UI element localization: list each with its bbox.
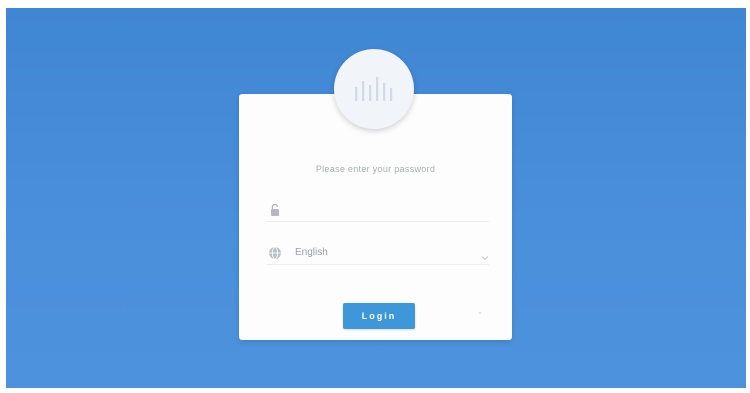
language-value: English — [295, 247, 328, 258]
chevron-down-icon[interactable] — [481, 249, 489, 261]
password-input[interactable] — [295, 201, 475, 219]
login-screen: Please enter your password English Login — [6, 8, 746, 388]
sound-wave-icon — [355, 77, 393, 101]
globe-icon — [267, 245, 283, 261]
language-select[interactable]: English — [267, 242, 489, 265]
login-card: Please enter your password English Login — [239, 94, 512, 340]
decorative-dot — [479, 312, 481, 314]
password-prompt: Please enter your password — [315, 164, 436, 174]
lock-icon — [267, 202, 283, 218]
login-button[interactable]: Login — [343, 303, 415, 329]
password-field[interactable] — [267, 199, 489, 222]
app-logo — [334, 49, 414, 129]
